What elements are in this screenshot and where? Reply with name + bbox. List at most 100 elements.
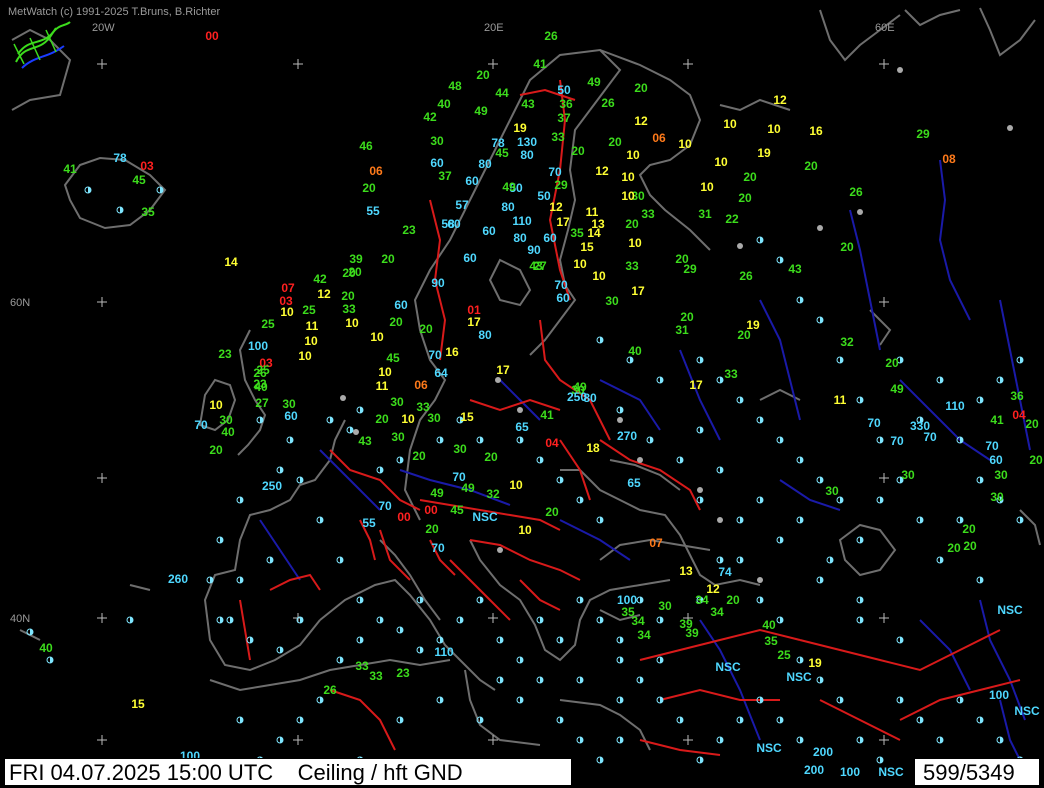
station-marker	[436, 636, 444, 644]
ceiling-value: 34	[710, 605, 724, 619]
grid-label: 60N	[10, 297, 30, 309]
ceiling-value: 90	[431, 276, 445, 290]
ceiling-value: 20	[1029, 453, 1043, 467]
station-marker	[616, 636, 624, 644]
station-marker	[796, 296, 804, 304]
ceiling-value: 04	[545, 436, 559, 450]
station-marker	[326, 416, 334, 424]
ceiling-value: 00	[424, 503, 438, 517]
station-marker	[976, 716, 984, 724]
station-marker	[976, 576, 984, 584]
ceiling-value: 100	[248, 339, 268, 353]
ceiling-value: NSC	[1014, 704, 1040, 718]
ceiling-value: 33	[551, 130, 565, 144]
station-marker	[516, 656, 524, 664]
station-marker	[996, 376, 1004, 384]
station-marker	[696, 426, 704, 434]
ceiling-value: 25	[777, 648, 791, 662]
ceiling-value: 20	[804, 159, 818, 173]
ceiling-value: 30	[453, 442, 467, 456]
ceiling-value: 200	[804, 763, 824, 777]
station-count: 599/5349	[914, 758, 1040, 786]
ceiling-value: 80	[478, 157, 492, 171]
ceiling-value: 49	[430, 486, 444, 500]
ceiling-value: 20	[634, 81, 648, 95]
ceiling-value: 20	[484, 450, 498, 464]
ceiling-value: 10	[209, 398, 223, 412]
ceiling-value: 37	[438, 169, 452, 183]
station-marker	[356, 406, 364, 414]
station-marker	[656, 376, 664, 384]
station-marker	[1016, 516, 1024, 524]
ceiling-value: 20	[608, 135, 622, 149]
ceiling-value: 12	[595, 164, 609, 178]
grid-cross	[879, 59, 889, 69]
station-marker	[206, 576, 214, 584]
ceiling-value: 10	[304, 334, 318, 348]
cloud-station	[897, 67, 903, 73]
station-marker	[396, 456, 404, 464]
station-marker	[356, 636, 364, 644]
cloud-station	[697, 487, 703, 493]
ceiling-value: 17	[556, 215, 570, 229]
station-marker	[776, 616, 784, 624]
station-marker	[646, 436, 654, 444]
station-marker	[126, 616, 134, 624]
ceiling-value: 26	[544, 29, 558, 43]
ceiling-value: 65	[515, 420, 529, 434]
ceiling-value: 30	[825, 484, 839, 498]
station-marker	[236, 496, 244, 504]
station-marker	[556, 476, 564, 484]
metwatch-logo	[13, 21, 71, 69]
ceiling-value: 10	[626, 148, 640, 162]
station-marker	[936, 736, 944, 744]
ceiling-value: 30	[427, 411, 441, 425]
ceiling-value: 20	[625, 217, 639, 231]
ceiling-value: 32	[486, 487, 500, 501]
ceiling-value: 10	[573, 257, 587, 271]
station-marker	[356, 596, 364, 604]
ceiling-value: 260	[168, 572, 188, 586]
grid-cross	[683, 735, 693, 745]
grid-cross	[683, 59, 693, 69]
ceiling-value: 10	[345, 316, 359, 330]
ceiling-value: 33	[342, 302, 356, 316]
station-marker	[276, 646, 284, 654]
ceiling-value: 60	[394, 298, 408, 312]
ceiling-value: 20	[348, 265, 362, 279]
station-marker	[596, 756, 604, 764]
ceiling-value: 55	[366, 204, 380, 218]
grid-label: 20E	[484, 22, 504, 34]
ceiling-value: 33	[724, 367, 738, 381]
station-marker	[536, 616, 544, 624]
station-marker	[676, 716, 684, 724]
ceiling-value: 20	[571, 144, 585, 158]
station-marker	[286, 436, 294, 444]
ceiling-value: 29	[554, 178, 568, 192]
ceiling-value: 26	[323, 683, 337, 697]
ceiling-value: 03	[140, 159, 154, 173]
ceiling-value: 41	[533, 57, 547, 71]
cloud-station	[340, 395, 346, 401]
station-marker	[296, 716, 304, 724]
ceiling-value: 49	[474, 104, 488, 118]
station-marker	[576, 596, 584, 604]
station-marker	[556, 716, 564, 724]
cloud-station	[717, 517, 723, 523]
ceiling-value: 04	[1012, 408, 1026, 422]
station-marker	[496, 636, 504, 644]
ceiling-value: 25	[302, 303, 316, 317]
ceiling-value: 41	[990, 413, 1004, 427]
grid-label: 40N	[10, 613, 30, 625]
ceiling-value: 20	[963, 539, 977, 553]
grid-labels: 20W 20E 60E 60N 40N	[10, 22, 895, 625]
station-marker	[856, 736, 864, 744]
ceiling-value: 35	[764, 634, 778, 648]
ceiling-value: 25	[261, 317, 275, 331]
ceiling-value: 250	[262, 479, 282, 493]
ceiling-value: 20	[1025, 417, 1039, 431]
ceiling-value: 10	[628, 236, 642, 250]
ceiling-value: 16	[445, 345, 459, 359]
ceiling-value: 27	[255, 396, 269, 410]
ceiling-value: 110	[512, 214, 532, 228]
